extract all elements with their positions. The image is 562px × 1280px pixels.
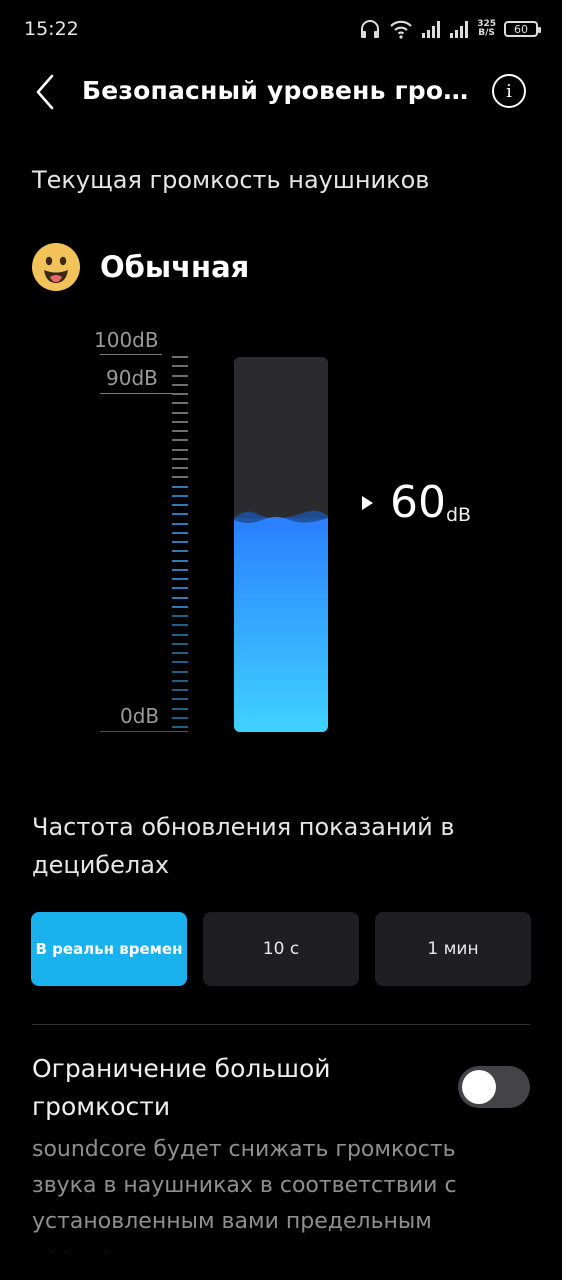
scale-tick — [172, 523, 188, 525]
scale-tick — [172, 587, 188, 589]
headphones-icon — [361, 20, 380, 38]
volume-level-label: Обычная — [100, 250, 250, 284]
scale-tick — [172, 661, 188, 663]
scale-line-max — [100, 354, 162, 355]
volume-limit-title: Ограничение большой громкости — [32, 1054, 331, 1121]
app-header: Безопасный уровень громкости i — [0, 62, 562, 122]
scale-tick — [172, 569, 188, 571]
current-db-unit: dB — [446, 504, 472, 526]
scale-tick — [172, 634, 188, 636]
scale-tick — [172, 402, 188, 404]
scale-tick — [172, 375, 188, 377]
scale-tick — [172, 430, 188, 432]
wifi-icon — [390, 20, 412, 39]
scale-tick — [172, 717, 188, 719]
volume-bar-fill — [234, 518, 328, 732]
scale-tick — [172, 513, 188, 515]
scale-tick — [172, 606, 188, 608]
volume-limit-description: soundcore будет снижать громкость звука … — [32, 1137, 457, 1252]
status-icons: 325 B/S 60 — [359, 16, 541, 42]
scale-tick — [172, 412, 188, 414]
scale-label-min: 0dB — [120, 704, 160, 728]
scale-tick — [172, 726, 188, 728]
battery-level: 60 — [514, 22, 528, 36]
scale-tick — [172, 689, 188, 691]
signal-icon — [422, 21, 441, 38]
scale-tick — [172, 652, 188, 654]
scale-tick — [172, 560, 188, 562]
scale-tick — [172, 615, 188, 617]
refresh-option-1min[interactable]: 1 мин — [375, 912, 531, 986]
smiling-face-icon — [32, 243, 80, 291]
refresh-option-10s-label: 10 с — [262, 939, 300, 959]
scale-tick — [172, 550, 188, 552]
refresh-option-10s[interactable]: 10 с — [203, 912, 359, 986]
scale-tick — [172, 486, 188, 488]
info-icon: i — [506, 80, 512, 102]
scale-ticks — [172, 356, 188, 728]
scale-tick — [172, 365, 188, 367]
volume-bar — [234, 357, 328, 732]
current-db-value: 60 — [390, 477, 446, 528]
scale-tick — [172, 421, 188, 423]
scale-tick — [172, 495, 188, 497]
refresh-option-realtime[interactable]: В реальн времен — [31, 912, 187, 986]
status-bar: 15:22 325 B/S 60 — [0, 0, 562, 56]
status-time: 15:22 — [24, 18, 79, 40]
scale-tick — [172, 467, 188, 469]
scale-label-max: 100dB — [94, 328, 159, 352]
scale-tick — [172, 356, 188, 358]
scale-tick — [172, 439, 188, 441]
scale-label-mid: 90dB — [106, 366, 158, 390]
refresh-option-realtime-label: В реальн времен — [35, 940, 183, 958]
signal-icon-2 — [450, 21, 469, 38]
volume-level-indicator: Обычная — [32, 240, 249, 294]
scale-tick — [172, 476, 188, 478]
scale-tick — [172, 643, 188, 645]
scale-tick — [172, 698, 188, 700]
current-volume-label: Текущая громкость наушников — [32, 166, 430, 194]
decibel-meter: 100dB 90dB 0dB 60 dB — [88, 322, 528, 742]
page-title: Безопасный уровень громкости — [82, 76, 482, 105]
scale-tick — [172, 384, 188, 386]
info-button[interactable]: i — [492, 74, 526, 108]
scale-tick — [172, 671, 188, 673]
scale-tick — [172, 624, 188, 626]
volume-limit-toggle[interactable] — [458, 1066, 530, 1108]
scale-tick — [172, 708, 188, 710]
toggle-knob — [462, 1070, 496, 1104]
scale-tick — [172, 449, 188, 451]
scale-line-min — [100, 731, 188, 732]
section-divider — [32, 1024, 530, 1025]
scale-tick — [172, 680, 188, 682]
scale-tick — [172, 597, 188, 599]
volume-wave — [234, 510, 328, 532]
scale-tick — [172, 393, 188, 395]
scale-tick — [172, 504, 188, 506]
network-speed-unit: B/S — [478, 28, 495, 38]
network-speed: 325 B/S — [477, 20, 496, 38]
refresh-option-1min-label: 1 мин — [427, 939, 479, 959]
chevron-left-icon — [36, 74, 54, 110]
scale-tick — [172, 458, 188, 460]
scale-tick — [172, 532, 188, 534]
back-button[interactable] — [32, 70, 72, 114]
battery-icon: 60 — [504, 21, 541, 37]
scale-tick — [172, 541, 188, 543]
scale-tick — [172, 578, 188, 580]
current-level-marker — [362, 496, 373, 510]
refresh-rate-title: Частота обновления показаний в децибелах — [32, 813, 455, 879]
